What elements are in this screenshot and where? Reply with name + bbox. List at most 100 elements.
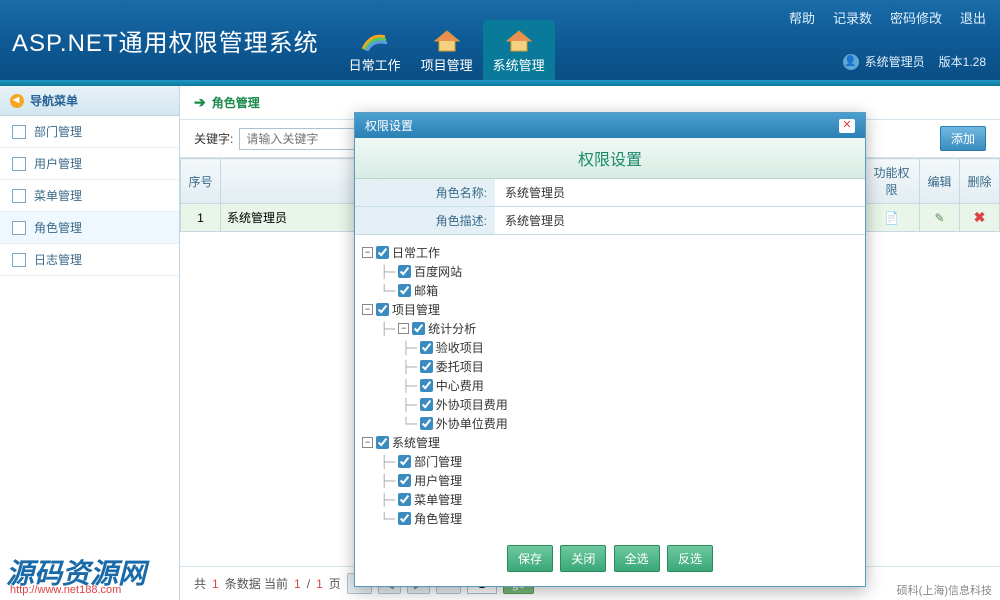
tree-indent: ├─ [359, 493, 395, 507]
tree-checkbox[interactable] [412, 322, 425, 335]
tree-node[interactable]: − 系统管理 [359, 433, 861, 452]
tree-indent: ├─ [359, 360, 417, 374]
tree-node[interactable]: └─ 外协单位费用 [359, 414, 861, 433]
tree-toggle-icon[interactable]: − [362, 437, 373, 448]
app-title: ASP.NET通用权限管理系统 [0, 23, 319, 58]
app-header: ASP.NET通用权限管理系统 日常工作 项目管理 系统管理 帮助 记录数 密码… [0, 0, 1000, 80]
field-label-role-desc: 角色描述: [355, 207, 495, 234]
tab-project-mgmt[interactable]: 项目管理 [411, 20, 483, 80]
tab-label: 项目管理 [421, 55, 473, 74]
top-links: 帮助 记录数 密码修改 退出 [789, 8, 986, 27]
tree-label: 系统管理 [392, 434, 440, 451]
tree-indent: └─ [359, 512, 395, 526]
tree-indent: ├─ [359, 265, 395, 279]
tree-node[interactable]: ├─ 菜单管理 [359, 490, 861, 509]
tree-node[interactable]: ├─ 验收项目 [359, 338, 861, 357]
tree-checkbox[interactable] [420, 379, 433, 392]
tree-node[interactable]: ├─ 中心费用 [359, 376, 861, 395]
link-records[interactable]: 记录数 [833, 8, 872, 27]
tree-indent: ├─ [359, 398, 417, 412]
tree-node[interactable]: ├─− 统计分析 [359, 319, 861, 338]
tree-node[interactable]: ├─ 部门管理 [359, 452, 861, 471]
tree-label: 菜单管理 [414, 491, 462, 508]
tree-indent: ├─ [359, 322, 395, 336]
link-help[interactable]: 帮助 [789, 8, 815, 27]
tree-label: 用户管理 [414, 472, 462, 489]
tree-label: 角色管理 [414, 510, 462, 527]
tree-checkbox[interactable] [420, 417, 433, 430]
permission-dialog: 权限设置 ✕ 权限设置 角色名称:系统管理员 角色描述:系统管理员 −日常工作 … [354, 112, 866, 587]
dialog-buttons: 保存 关闭 全选 反选 [355, 535, 865, 586]
tree-indent: ├─ [359, 455, 395, 469]
select-all-button[interactable]: 全选 [614, 545, 660, 572]
tree-indent: ├─ [359, 474, 395, 488]
close-dialog-button[interactable]: 关闭 [560, 545, 606, 572]
tree-node[interactable]: − 日常工作 [359, 243, 861, 262]
tab-daily-work[interactable]: 日常工作 [339, 20, 411, 80]
dialog-info: 角色名称:系统管理员 角色描述:系统管理员 [355, 179, 865, 235]
dialog-header: 权限设置 [355, 138, 865, 179]
user-name: 系统管理员 [865, 53, 925, 70]
tree-toggle-icon[interactable]: − [362, 247, 373, 258]
tree-checkbox[interactable] [398, 265, 411, 278]
tree-label: 邮箱 [414, 282, 438, 299]
version-label: 版本1.28 [939, 53, 986, 70]
tree-label: 委托项目 [436, 358, 484, 375]
tree-label: 百度网站 [414, 263, 462, 280]
tree-toggle-icon[interactable]: − [398, 323, 409, 334]
tree-checkbox[interactable] [398, 493, 411, 506]
save-button[interactable]: 保存 [507, 545, 553, 572]
avatar-icon: 👤 [843, 54, 859, 70]
tree-checkbox[interactable] [398, 512, 411, 525]
house-icon [503, 28, 535, 53]
main-tabs: 日常工作 项目管理 系统管理 [339, 0, 555, 80]
tree-node[interactable]: ├─ 用户管理 [359, 471, 861, 490]
tree-label: 外协项目费用 [436, 396, 508, 413]
tab-label: 日常工作 [349, 55, 401, 74]
tree-checkbox[interactable] [420, 341, 433, 354]
tree-checkbox[interactable] [398, 474, 411, 487]
tab-system-mgmt[interactable]: 系统管理 [483, 20, 555, 80]
tree-label: 外协单位费用 [436, 415, 508, 432]
tree-checkbox[interactable] [376, 303, 389, 316]
tree-checkbox[interactable] [420, 360, 433, 373]
tree-indent: └─ [359, 284, 395, 298]
tree-checkbox[interactable] [398, 455, 411, 468]
tree-toggle-icon[interactable]: − [362, 304, 373, 315]
tree-node[interactable]: ├─ 委托项目 [359, 357, 861, 376]
modal-overlay: 权限设置 ✕ 权限设置 角色名称:系统管理员 角色描述:系统管理员 −日常工作 … [0, 86, 1000, 600]
tree-label: 部门管理 [414, 453, 462, 470]
tree-checkbox[interactable] [376, 246, 389, 259]
tree-label: 统计分析 [428, 320, 476, 337]
tree-node[interactable]: └─ 角色管理 [359, 509, 861, 528]
tab-label: 系统管理 [493, 55, 545, 74]
rainbow-icon [359, 28, 391, 53]
tree-label: 项目管理 [392, 301, 440, 318]
user-info: 👤 系统管理员 版本1.28 [843, 53, 986, 70]
tree-checkbox[interactable] [398, 284, 411, 297]
dialog-title: 权限设置 [365, 117, 413, 134]
dialog-titlebar[interactable]: 权限设置 ✕ [355, 113, 865, 138]
tree-checkbox[interactable] [376, 436, 389, 449]
tree-checkbox[interactable] [420, 398, 433, 411]
permission-tree: −日常工作 ├─百度网站 └─邮箱−项目管理 ├─−统计分析 ├─验收项目 ├─… [355, 235, 865, 535]
field-value-role-name: 系统管理员 [495, 179, 865, 206]
field-label-role-name: 角色名称: [355, 179, 495, 206]
footer-corp: 硕科(上海)信息科技 [897, 582, 992, 598]
tree-node[interactable]: − 项目管理 [359, 300, 861, 319]
tree-indent: ├─ [359, 341, 417, 355]
tree-node[interactable]: ├─ 百度网站 [359, 262, 861, 281]
tree-indent: ├─ [359, 379, 417, 393]
tree-label: 日常工作 [392, 244, 440, 261]
link-logout[interactable]: 退出 [960, 8, 986, 27]
link-change-password[interactable]: 密码修改 [890, 8, 942, 27]
tree-label: 中心费用 [436, 377, 484, 394]
invert-selection-button[interactable]: 反选 [667, 545, 713, 572]
tree-node[interactable]: ├─ 外协项目费用 [359, 395, 861, 414]
house-icon [431, 28, 463, 53]
field-value-role-desc: 系统管理员 [495, 207, 865, 234]
tree-node[interactable]: └─ 邮箱 [359, 281, 861, 300]
close-button[interactable]: ✕ [839, 119, 855, 133]
tree-indent: └─ [359, 417, 417, 431]
tree-label: 验收项目 [436, 339, 484, 356]
